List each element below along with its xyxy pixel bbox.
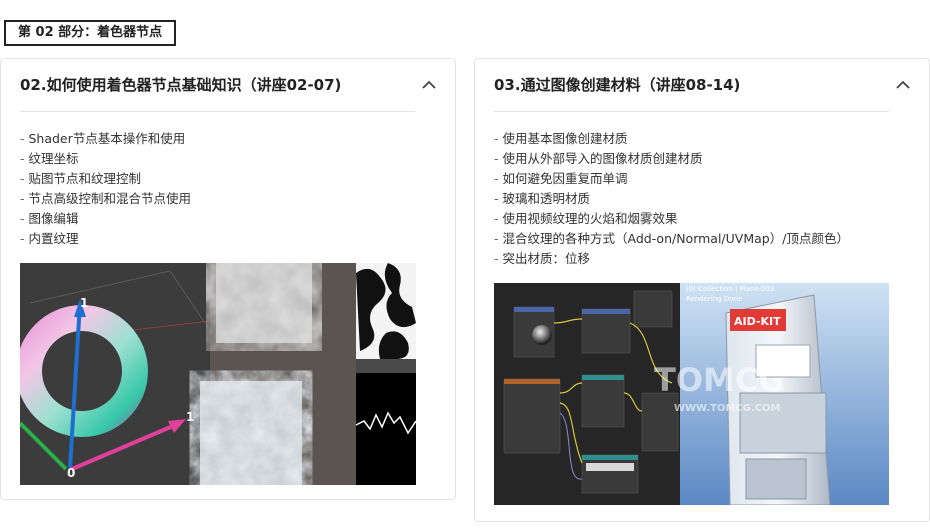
chevron-up-icon[interactable]	[419, 75, 439, 95]
sign-label: AID-KIT	[734, 315, 781, 328]
list-item: 图像编辑	[20, 209, 191, 229]
viewport-header: (0) Collection | Plane.003	[686, 285, 774, 293]
list-item: 使用基本图像创建材质	[494, 129, 849, 149]
list-item: 内置纹理	[20, 229, 191, 249]
section-tag: 第 02 部分：着色器节点	[4, 20, 177, 46]
course-card-03: 03.通过图像创建材料（讲座08-14) 使用基本图像创建材质 使用从外部导入的…	[474, 58, 930, 522]
list-item: 玻璃和透明材质	[494, 189, 849, 209]
course-card-02: 02.如何使用着色器节点基础知识（讲座02-07) Shader节点基本操作和使…	[0, 58, 456, 500]
preview-illustration: (0) Collection | Plane.003 Rendering Don…	[494, 283, 889, 505]
list-item: 如何避免因重复而单调	[494, 169, 849, 189]
card-title: 03.通过图像创建材料（讲座08-14)	[494, 76, 741, 94]
list-item: 节点高级控制和混合节点使用	[20, 189, 191, 209]
card-title: 02.如何使用着色器节点基础知识（讲座02-07)	[20, 76, 342, 94]
watermark-url: WWW.TOMCG.COM	[674, 403, 781, 414]
card-header[interactable]: 02.如何使用着色器节点基础知识（讲座02-07)	[20, 73, 436, 112]
watermark: TOMCG	[654, 361, 785, 399]
axis-label: 1	[80, 296, 88, 310]
axis-label: 1	[186, 410, 194, 424]
card-header[interactable]: 03.通过图像创建材料（讲座08-14)	[494, 73, 910, 112]
list-item: 纹理坐标	[20, 149, 191, 169]
viewport-status: Rendering Done	[686, 295, 742, 303]
preview-image-materials: (0) Collection | Plane.003 Rendering Don…	[494, 283, 889, 505]
list-item: 使用从外部导入的图像材质创建材质	[494, 149, 849, 169]
list-item: Shader节点基本操作和使用	[20, 129, 191, 149]
topic-list: 使用基本图像创建材质 使用从外部导入的图像材质创建材质 如何避免因重复而单调 玻…	[494, 129, 849, 269]
chevron-up-icon[interactable]	[893, 75, 913, 95]
preview-illustration: 1 1 0	[20, 263, 416, 485]
list-item: 混合纹理的各种方式（Add-on/Normal/UVMap）/顶点颜色）	[494, 229, 848, 249]
list-item: 贴图节点和纹理控制	[20, 169, 191, 189]
axis-label: 0	[67, 466, 75, 480]
list-item: 突出材质：位移	[494, 249, 849, 269]
preview-image-shader-nodes: 1 1 0	[20, 263, 416, 485]
topic-list: Shader节点基本操作和使用 纹理坐标 贴图节点和纹理控制 节点高级控制和混合…	[20, 129, 191, 249]
list-item: 使用视频纹理的火焰和烟雾效果	[494, 209, 849, 229]
